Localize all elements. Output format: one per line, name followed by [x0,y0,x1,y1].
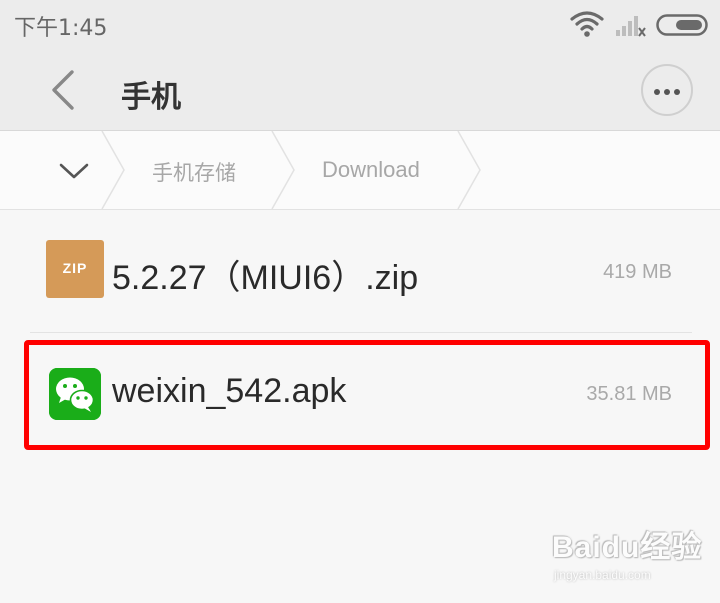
breadcrumb: 手机存储 Download [0,131,720,210]
more-dot-icon [664,89,670,95]
page-title: 手机 [121,80,181,115]
breadcrumb-separator-icon [101,131,125,209]
breadcrumb-separator-icon [271,131,295,209]
more-options-button[interactable] [641,64,693,116]
battery-icon [656,14,708,36]
watermark-url: jingyan.baidu.com [554,568,651,582]
file-size: 419 MB [603,261,672,283]
chevron-down-icon[interactable] [58,157,90,183]
file-list-item[interactable]: ZIP 5.2.27（MIUI6）.zip 419 MB [30,222,692,333]
file-name: 5.2.27（MIUI6）.zip [112,259,419,297]
more-dot-icon [674,89,680,95]
watermark-logo: Baidu经验 [552,531,703,564]
highlight-annotation-box [24,340,710,450]
status-time: 下午1:45 [14,16,108,41]
breadcrumb-separator-icon [457,131,481,209]
more-dot-icon [654,89,660,95]
back-button[interactable] [40,64,90,116]
breadcrumb-item-download[interactable]: Download [322,157,420,183]
signal-no-sim-icon [616,16,646,37]
breadcrumb-item-phone-storage[interactable]: 手机存储 [152,157,236,187]
status-bar: 下午1:45 [0,0,720,50]
app-header: 手机 [0,50,720,131]
zip-file-icon: ZIP [46,240,104,298]
baidu-jingyan-watermark: Baidu经验 jingyan.baidu.com [548,520,708,590]
wifi-icon [570,11,604,37]
zip-icon-label: ZIP [62,260,88,276]
